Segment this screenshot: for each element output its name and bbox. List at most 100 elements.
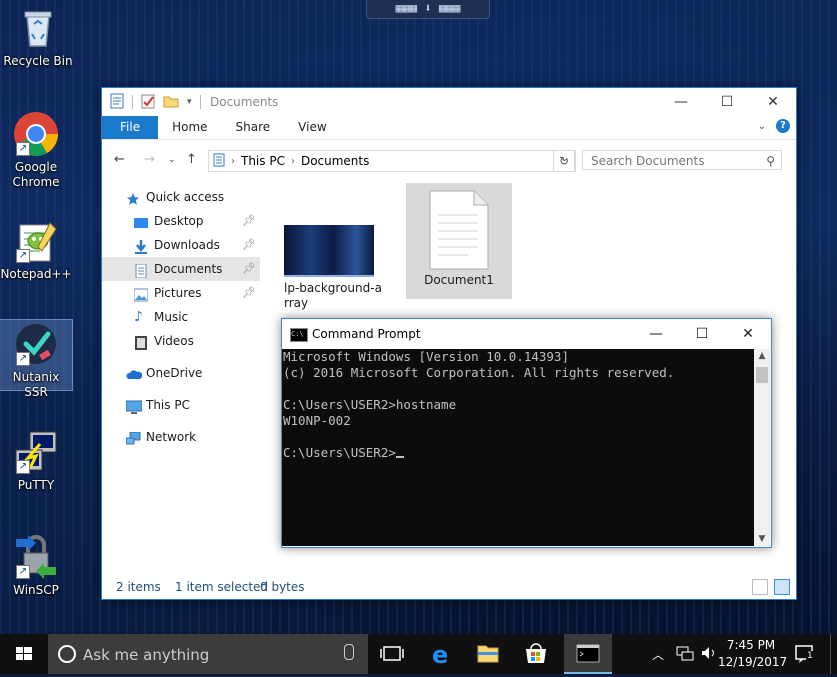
microphone-icon[interactable]	[344, 644, 354, 660]
taskbar-file-explorer[interactable]	[464, 634, 512, 674]
remote-session-bar[interactable]: ▦▦▦ ⬇ ▦▦▦	[366, 0, 490, 19]
clock-time: 7:45 PM	[726, 638, 776, 652]
network-tray-icon[interactable]	[676, 645, 694, 664]
system-clock[interactable]: 7:45 PM 12/19/2017	[718, 637, 787, 671]
tab-share[interactable]: Share	[222, 116, 285, 139]
scroll-thumb[interactable]	[756, 367, 768, 383]
nav-network[interactable]: Network	[102, 425, 260, 449]
file-tile-lp-background[interactable]: lp-background-a rray	[274, 201, 384, 311]
cortana-search-box[interactable]: Ask me anything	[48, 634, 368, 674]
shortcut-arrow-icon: ↗	[16, 565, 30, 579]
help-icon[interactable]: ?	[776, 119, 790, 133]
breadcrumb-documents[interactable]: Documents	[301, 154, 369, 168]
start-button[interactable]	[0, 634, 48, 674]
nav-label: This PC	[146, 398, 190, 412]
nav-onedrive[interactable]: OneDrive	[102, 361, 260, 385]
desktop-icon-putty[interactable]: ↗ PuTTY	[0, 428, 72, 493]
console-line: Microsoft Windows [Version 10.0.14393]	[283, 349, 569, 364]
address-bar[interactable]: › This PC › Documents ⌄	[208, 150, 576, 172]
checkmark-icon[interactable]	[141, 93, 155, 112]
documents-icon	[134, 262, 148, 279]
desktop-icon-recycle-bin[interactable]: Recycle Bin	[2, 4, 74, 69]
up-arrow-icon[interactable]: ↑	[186, 152, 197, 167]
nav-pictures[interactable]: Pictures 📌︎	[102, 281, 260, 305]
pin-icon[interactable]: 📌︎	[242, 233, 256, 257]
chevron-right-icon[interactable]: ›	[231, 156, 235, 167]
desktop-icon-label: Nutanix SSR	[12, 370, 60, 399]
explorer-titlebar[interactable]: ▾ Documents — ☐ ✕	[102, 88, 796, 116]
nav-quick-access[interactable]: Quick access	[102, 185, 260, 209]
breadcrumb-this-pc[interactable]: This PC	[241, 154, 285, 168]
chrome-icon: ↗	[12, 110, 60, 158]
nav-downloads[interactable]: Downloads 📌︎	[102, 233, 260, 257]
nav-music[interactable]: ♪ Music	[102, 305, 260, 329]
nav-label: Documents	[154, 262, 223, 276]
volume-icon[interactable]	[700, 645, 718, 664]
nav-label: OneDrive	[146, 366, 203, 380]
properties-icon[interactable]	[110, 93, 124, 112]
console-prompt: C:\Users\USER2>	[283, 445, 396, 460]
taskbar-store[interactable]	[512, 634, 560, 674]
desktop-icon-winscp[interactable]: ↗ WinSCP	[0, 533, 72, 598]
forward-arrow-icon[interactable]: →	[144, 152, 155, 167]
desktop-icon-nutanix-ssr[interactable]: ↗ Nutanix SSR	[0, 319, 73, 399]
store-icon	[526, 643, 546, 663]
tab-file[interactable]: File	[102, 116, 159, 139]
action-center-button[interactable]: 1	[792, 634, 822, 674]
console-line: W10NP-002	[283, 413, 351, 428]
cloud-icon	[126, 366, 143, 380]
new-folder-icon[interactable]	[163, 93, 179, 112]
desktop-icon-notepadpp[interactable]: ↗ Notepad++	[0, 217, 72, 282]
tab-view[interactable]: View	[284, 116, 340, 139]
cmd-icon: C:\	[290, 328, 308, 342]
nav-desktop[interactable]: Desktop 📌︎	[102, 209, 260, 233]
svg-text:e: e	[432, 641, 448, 669]
refresh-button[interactable]: ↻	[553, 150, 575, 172]
minimize-button[interactable]: —	[633, 319, 679, 349]
nav-videos[interactable]: Videos	[102, 329, 260, 353]
nutanix-icon: ↗	[12, 320, 60, 368]
scroll-up-icon[interactable]: ▲	[754, 349, 770, 363]
recent-locations-icon[interactable]: ⌄	[168, 155, 176, 165]
pin-icon[interactable]: 📌︎	[242, 281, 256, 305]
chevron-right-icon[interactable]: ›	[291, 156, 295, 167]
taskbar-edge[interactable]: e	[416, 634, 464, 674]
text-document-icon	[428, 189, 490, 271]
tab-home[interactable]: Home	[158, 116, 221, 139]
pin-icon[interactable]: 📌︎	[242, 257, 256, 281]
minimize-button[interactable]: —	[658, 88, 704, 116]
task-view-button[interactable]	[368, 634, 416, 674]
maximize-button[interactable]: ☐	[679, 319, 725, 349]
taskbar-command-prompt[interactable]	[564, 634, 612, 674]
customize-toolbar-icon[interactable]: ▾	[187, 97, 192, 107]
scroll-down-icon[interactable]: ▼	[754, 532, 770, 546]
large-icons-view-button[interactable]	[774, 579, 790, 595]
close-button[interactable]: ✕	[725, 319, 771, 349]
status-bar: 2 items 1 item selected 0 bytes	[102, 576, 796, 598]
show-desktop-button[interactable]	[830, 634, 837, 674]
console-line: (c) 2016 Microsoft Corporation. All righ…	[283, 365, 675, 380]
nav-documents[interactable]: Documents 📌︎	[102, 257, 260, 281]
close-button[interactable]: ✕	[750, 88, 796, 116]
cmd-titlebar[interactable]: C:\ Command Prompt — ☐ ✕	[282, 319, 771, 349]
nav-this-pc[interactable]: This PC	[102, 393, 260, 417]
file-name: Document1	[424, 273, 494, 287]
search-input[interactable]: Search Documents ⚲	[582, 150, 782, 170]
shortcut-arrow-icon: ↗	[16, 142, 30, 156]
expand-ribbon-icon[interactable]: ⌄	[758, 121, 766, 132]
back-arrow-icon[interactable]: ←	[114, 152, 125, 167]
show-hidden-icons-chevron-icon[interactable]: ︿	[652, 646, 664, 663]
selected-size: 0 bytes	[260, 580, 305, 594]
file-tile-document1[interactable]: Document1	[406, 183, 512, 299]
window-title: Documents	[210, 95, 279, 109]
star-icon	[126, 190, 140, 205]
maximize-button[interactable]: ☐	[704, 88, 750, 116]
nav-label: Quick access	[146, 190, 225, 204]
desktop-icon-google-chrome[interactable]: ↗ Google Chrome	[0, 110, 72, 190]
details-view-button[interactable]	[752, 579, 768, 595]
console-line: C:\Users\USER2>hostname	[283, 397, 457, 412]
console-output[interactable]: Microsoft Windows [Version 10.0.14393] (…	[282, 349, 754, 546]
pin-icon[interactable]: 📌︎	[242, 209, 256, 233]
cmd-scrollbar[interactable]: ▲ ▼	[754, 349, 770, 546]
